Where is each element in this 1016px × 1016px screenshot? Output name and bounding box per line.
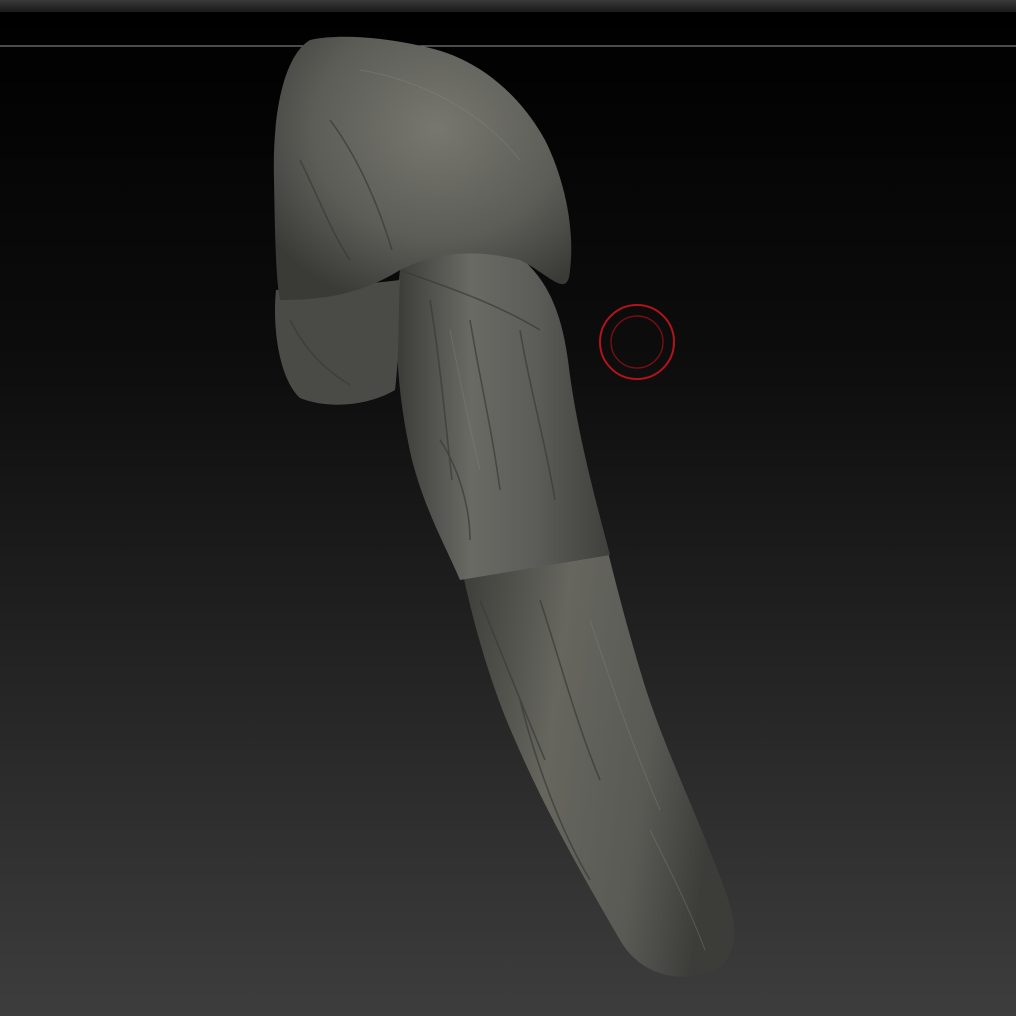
3d-viewport[interactable] [0,12,1016,1016]
zbrush-canvas-window [0,0,1016,1016]
viewport-canvas[interactable] [0,12,1016,1016]
